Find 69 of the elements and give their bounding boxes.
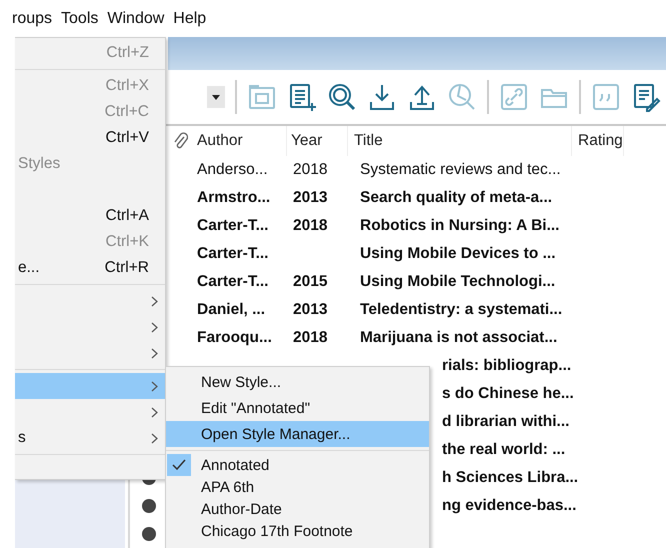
table-cell: Carter-T... — [197, 245, 268, 262]
table-cell: Using Mobile Technologi... — [360, 273, 556, 290]
table-cell: Using Mobile Devices to ... — [360, 245, 556, 262]
table-cell: Teledentistry: a systemati... — [360, 301, 562, 318]
table-cell: ng evidence-bas... — [442, 497, 576, 514]
menu-item[interactable]: New Style... — [166, 369, 429, 395]
table-cell: Systematic reviews and tec... — [360, 161, 561, 178]
table-cell: the real world: ... — [442, 441, 566, 458]
menu-item[interactable] — [15, 373, 165, 399]
edit-icon[interactable] — [631, 82, 661, 112]
table-cell: h Sciences Libra... — [442, 469, 578, 486]
table-cell: 2013 — [293, 301, 328, 318]
menu-item[interactable]: Edit "Annotated" — [166, 395, 429, 421]
table-cell: 2018 — [293, 161, 328, 178]
menu-bar-item[interactable]: Help — [173, 10, 206, 28]
menu-item[interactable]: Annotated — [166, 454, 429, 476]
menu-item[interactable]: APA 6th — [166, 476, 429, 498]
menu-item[interactable]: Chicago 17th Footnote — [166, 520, 429, 542]
column-header[interactable]: Year — [287, 126, 348, 156]
menu-item-label: Styles — [18, 155, 60, 172]
shortcut-label: Ctrl+X — [106, 77, 149, 95]
caret-icon — [212, 94, 220, 100]
menu-item[interactable]: Ctrl+V — [15, 125, 165, 151]
table-cell: Carter-T... — [197, 273, 268, 290]
globe-search-icon[interactable] — [327, 82, 357, 112]
menu-item[interactable]: Ctrl+A — [15, 203, 165, 229]
menu-item[interactable]: s — [15, 425, 165, 451]
menu-item-label: s — [18, 429, 26, 446]
table-cell: d librarian withi... — [442, 413, 570, 430]
chevron-right-icon — [151, 296, 158, 306]
shortcut-label: Ctrl+R — [104, 259, 149, 277]
shortcut-label: Ctrl+Z — [106, 44, 149, 62]
table-cell: Armstro... — [197, 189, 270, 206]
table-cell: Farooqu... — [197, 329, 272, 346]
menu-bar-item[interactable]: Window — [107, 10, 164, 28]
document-plus-icon[interactable] — [287, 82, 317, 112]
menu-item[interactable]: e... Ctrl+R — [15, 255, 165, 281]
menu-bar-item[interactable]: roups — [12, 10, 52, 28]
table-cell: Daniel, ... — [197, 301, 266, 318]
paperclip-icon — [174, 132, 188, 150]
table-cell: Anderso... — [197, 161, 268, 178]
shortcut-label: Ctrl+V — [106, 129, 149, 147]
chevron-right-icon — [151, 432, 158, 444]
menu-item[interactable]: Open Style Manager... — [166, 421, 429, 447]
table-cell: Marijuana is not associat... — [360, 329, 558, 346]
column-header[interactable]: Author — [195, 126, 287, 156]
table-cell: 2018 — [293, 329, 328, 346]
download-icon[interactable] — [367, 82, 397, 112]
chevron-right-icon — [151, 380, 158, 392]
chevron-right-icon — [151, 406, 158, 418]
chevron-right-icon — [151, 322, 158, 332]
table-cell: 2013 — [293, 189, 328, 206]
menu-item-label: e... — [18, 259, 40, 276]
shortcut-label: Ctrl+C — [104, 103, 149, 121]
table-cell: 2018 — [293, 217, 328, 234]
dropdown-button[interactable] — [207, 86, 225, 108]
table-cell: rials: bibliograp... — [442, 357, 572, 374]
menu-item[interactable]: Author-Date — [166, 498, 429, 520]
table-cell: Carter-T... — [197, 217, 268, 234]
column-header[interactable]: Rating — [572, 126, 624, 156]
shortcut-label: Ctrl+K — [106, 233, 149, 251]
table-cell: 2015 — [293, 273, 328, 290]
menu-bar-item[interactable]: Tools — [61, 10, 98, 28]
column-header[interactable]: Title — [348, 126, 572, 156]
table-cell: s do Chinese he... — [442, 385, 574, 402]
shortcut-label: Ctrl+A — [106, 207, 149, 225]
chevron-right-icon — [151, 348, 158, 358]
table-cell: Robotics in Nursing: A Bi... — [360, 217, 560, 234]
table-cell: Search quality of meta-a... — [360, 189, 552, 206]
